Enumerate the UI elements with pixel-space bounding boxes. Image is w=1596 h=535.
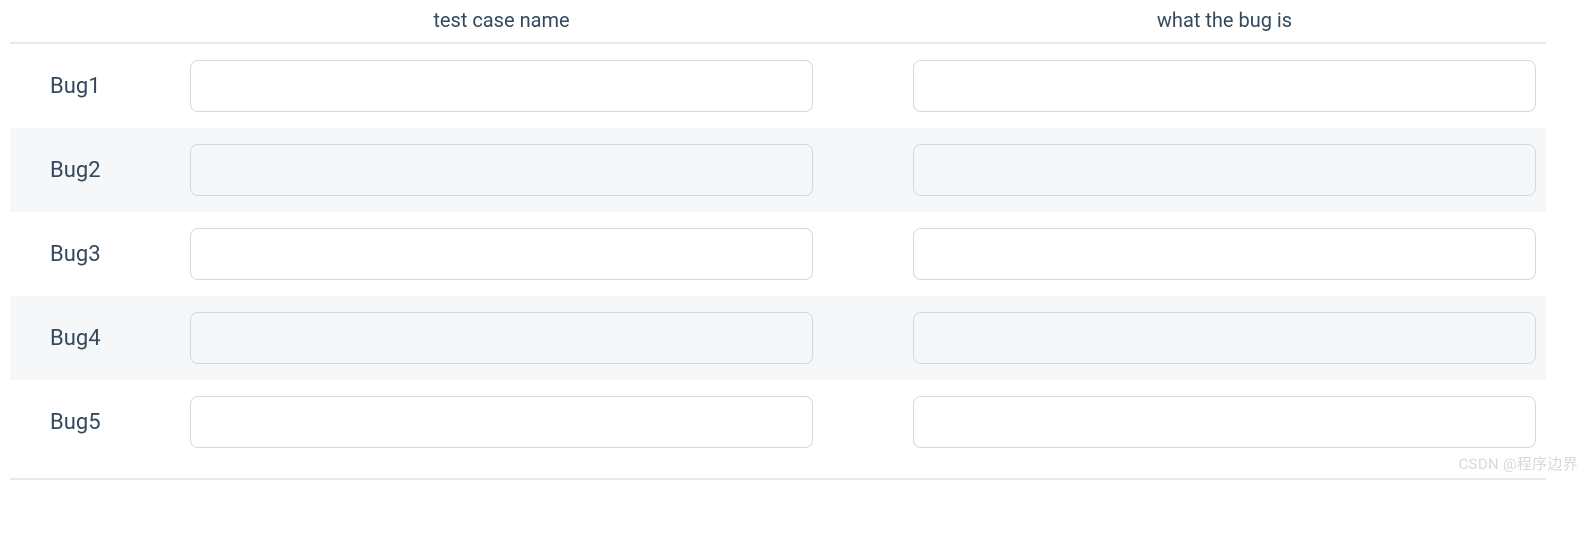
bug-input[interactable] [913, 312, 1536, 364]
row-label-cell: Bug1 [10, 74, 180, 99]
testcase-input[interactable] [190, 228, 813, 280]
row-label-cell: Bug3 [10, 242, 180, 267]
testcase-input[interactable] [190, 60, 813, 112]
row-bug-cell [903, 228, 1546, 280]
header-col-bug: what the bug is [903, 8, 1546, 32]
row-testcase-cell [180, 396, 823, 448]
row-testcase-cell [180, 228, 823, 280]
testcase-input[interactable] [190, 312, 813, 364]
row-testcase-cell [180, 312, 823, 364]
table-footer-divider [10, 478, 1546, 480]
table-row: Bug4 [10, 296, 1546, 380]
row-label-cell: Bug4 [10, 326, 180, 351]
testcase-input[interactable] [190, 396, 813, 448]
row-testcase-cell [180, 144, 823, 196]
row-label-cell: Bug2 [10, 158, 180, 183]
header-col-testcase: test case name [180, 8, 823, 32]
row-bug-cell [903, 60, 1546, 112]
bug-input[interactable] [913, 144, 1536, 196]
bug-input[interactable] [913, 60, 1536, 112]
row-label: Bug1 [10, 74, 180, 99]
row-label: Bug2 [10, 158, 180, 183]
row-bug-cell [903, 312, 1546, 364]
table-row: Bug3 [10, 212, 1546, 296]
header-testcase-label: test case name [190, 8, 813, 32]
row-label: Bug3 [10, 242, 180, 267]
row-bug-cell [903, 396, 1546, 448]
header-bug-label: what the bug is [913, 8, 1536, 32]
row-label: Bug5 [10, 410, 180, 435]
testcase-input[interactable] [190, 144, 813, 196]
row-testcase-cell [180, 60, 823, 112]
table-header-row: test case name what the bug is [10, 0, 1546, 44]
row-label-cell: Bug5 [10, 410, 180, 435]
table-row: Bug5 [10, 380, 1546, 464]
bug-input[interactable] [913, 228, 1536, 280]
bug-input[interactable] [913, 396, 1536, 448]
row-bug-cell [903, 144, 1546, 196]
row-label: Bug4 [10, 326, 180, 351]
watermark-text: CSDN @程序边界 [1459, 453, 1578, 474]
bug-table: test case name what the bug is Bug1 Bug2 [0, 0, 1596, 480]
table-row: Bug1 [10, 44, 1546, 128]
table-row: Bug2 [10, 128, 1546, 212]
